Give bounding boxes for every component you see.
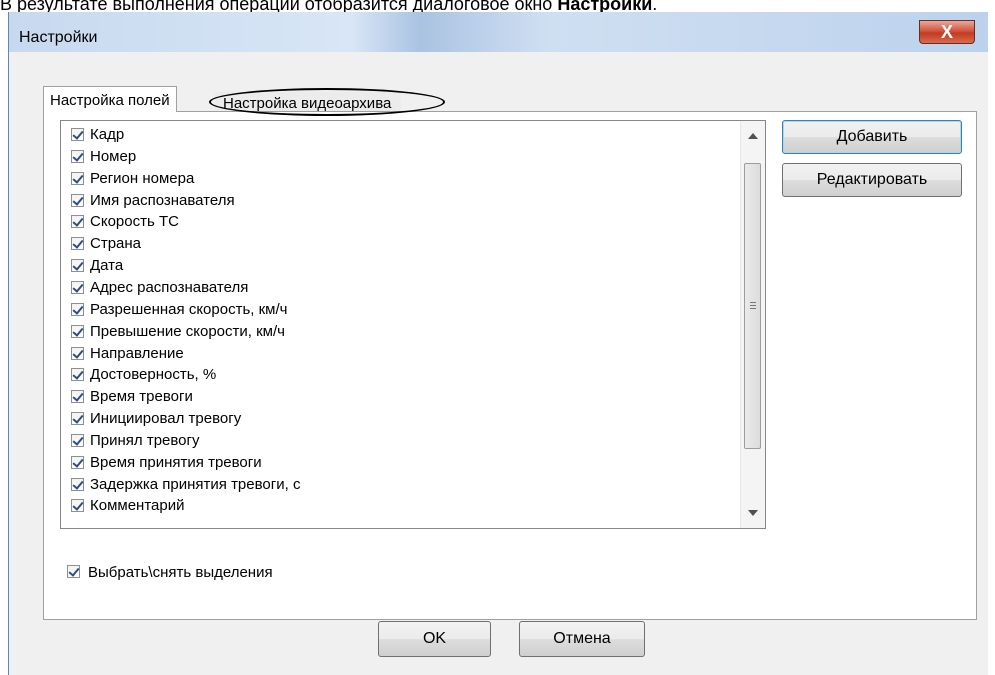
field-label: Регион номера [90, 169, 195, 187]
list-item[interactable]: Разрешенная скорость, км/ч [61, 300, 741, 322]
tab-field-settings[interactable]: Настройка полей [43, 86, 177, 112]
field-checkbox[interactable] [71, 302, 84, 316]
field-checkbox[interactable] [71, 149, 84, 163]
add-button[interactable]: Добавить [782, 120, 962, 154]
scroll-down-icon[interactable] [748, 510, 758, 516]
field-checkbox[interactable] [71, 368, 84, 382]
grip-line [750, 305, 756, 306]
field-label: Номер [90, 147, 137, 165]
field-checkbox[interactable] [71, 499, 84, 513]
close-button[interactable]: X [919, 20, 975, 44]
list-item[interactable]: Регион номера [61, 169, 741, 191]
field-checkbox[interactable] [71, 412, 84, 426]
field-label: Время принятия тревоги [90, 453, 262, 471]
list-item[interactable]: Кадр [61, 125, 741, 147]
list-item[interactable]: Скорость ТС [61, 212, 741, 234]
field-label: Скорость ТС [90, 213, 179, 231]
field-checkbox[interactable] [71, 259, 84, 273]
ok-button[interactable]: OK [378, 621, 491, 657]
field-label: Разрешенная скорость, км/ч [90, 300, 288, 318]
cancel-button[interactable]: Отмена [519, 621, 645, 657]
list-item[interactable]: Страна [61, 234, 741, 256]
field-label: Страна [90, 235, 142, 253]
field-checkbox[interactable] [71, 455, 84, 469]
field-label: Кадр [90, 126, 125, 143]
field-checkbox[interactable] [71, 390, 84, 404]
tab-panel: Кадр Номер Регион номера Имя распознавателя… [43, 111, 977, 620]
field-checkbox[interactable] [71, 215, 84, 229]
field-checkbox[interactable] [71, 280, 84, 294]
field-label: Время тревоги [90, 388, 193, 406]
field-label: Дата [90, 257, 124, 275]
list-item[interactable]: Достоверность, % [61, 365, 741, 387]
field-label: Комментарий [90, 497, 185, 515]
list-item[interactable]: Адрес распознавателя [61, 278, 741, 300]
field-label: Инициировал тревогу [90, 410, 242, 428]
field-label: Адрес распознавателя [90, 278, 249, 296]
field-checkbox[interactable] [71, 237, 84, 251]
list-item[interactable]: Инициировал тревогу [61, 409, 741, 431]
fields-list[interactable]: Кадр Номер Регион номера Имя распознавателя… [60, 120, 766, 529]
field-checkbox[interactable] [71, 171, 84, 185]
list-item[interactable]: Направление [61, 344, 741, 366]
field-checkbox[interactable] [71, 193, 84, 207]
field-label: Превышение скорости, км/ч [90, 322, 285, 340]
field-label: Задержка принятия тревоги, с [90, 475, 301, 493]
field-checkbox[interactable] [71, 346, 84, 360]
field-label: Направление [90, 344, 184, 362]
edit-button[interactable]: Редактировать [782, 163, 962, 197]
select-all-label: Выбрать\снять выделения [88, 564, 273, 581]
dialog-client-area: Настройка полей Настройка видеоархива Ка… [9, 52, 988, 675]
field-label: Достоверность, % [90, 366, 217, 384]
grip-line [750, 308, 756, 309]
list-item[interactable]: Комментарий [61, 496, 741, 518]
list-item[interactable]: Принял тревогу [61, 431, 741, 453]
close-icon: X [940, 22, 953, 42]
field-checkbox[interactable] [71, 477, 84, 491]
field-checkbox[interactable] [71, 324, 84, 338]
field-label: Принял тревогу [90, 431, 200, 449]
field-checkbox[interactable] [71, 128, 84, 141]
list-item[interactable]: Имя распознавателя [61, 191, 741, 213]
field-checkbox[interactable] [71, 433, 84, 447]
select-all-checkbox[interactable] [67, 565, 80, 578]
grip-line [750, 302, 756, 303]
list-item[interactable]: Время тревоги [61, 387, 741, 409]
title-bar[interactable]: Настройки X [9, 12, 988, 52]
list-item[interactable]: Номер [61, 147, 741, 169]
field-label: Имя распознавателя [90, 191, 235, 209]
vertical-scrollbar[interactable] [740, 121, 765, 528]
scroll-thumb[interactable] [744, 163, 761, 449]
list-item[interactable]: Задержка принятия тревоги, с [61, 475, 741, 497]
list-item[interactable]: Время принятия тревоги [61, 453, 741, 475]
window-title: Настройки [19, 29, 98, 46]
scroll-up-icon[interactable] [748, 133, 758, 139]
list-item[interactable]: Превышение скорости, км/ч [61, 322, 741, 344]
list-item[interactable]: Дата [61, 256, 741, 278]
settings-dialog: Настройки X Настройка полей Настройка ви… [8, 12, 988, 675]
